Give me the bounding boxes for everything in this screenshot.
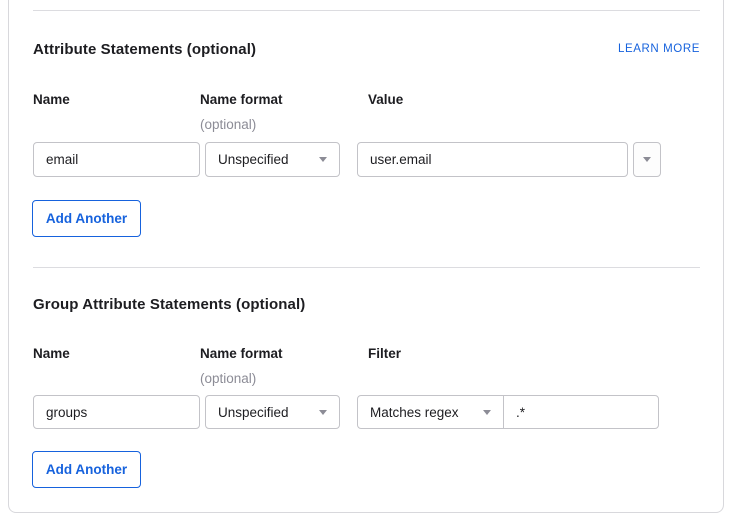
chevron-down-icon <box>319 410 327 415</box>
group-add-another-button[interactable]: Add Another <box>32 451 141 488</box>
group-name-column-header: Name <box>33 346 70 361</box>
attr-name-format-optional-hint: (optional) <box>200 117 256 132</box>
attr-name-column-header: Name <box>33 92 70 107</box>
saml-settings-page: Attribute Statements (optional) LEARN MO… <box>0 0 737 530</box>
group-name-format-column-header: Name format <box>200 346 283 361</box>
section-divider <box>33 10 700 11</box>
attr-add-another-button[interactable]: Add Another <box>32 200 141 237</box>
attr-name-format-column-header: Name format <box>200 92 283 107</box>
attribute-statements-title: Attribute Statements (optional) <box>33 41 256 58</box>
group-filter-type-selected-value: Matches regex <box>370 405 459 420</box>
attr-name-input[interactable] <box>33 142 200 177</box>
group-name-format-optional-hint: (optional) <box>200 371 256 386</box>
group-filter-column-header: Filter <box>368 346 401 361</box>
attr-value-column-header: Value <box>368 92 403 107</box>
group-name-format-select[interactable]: Unspecified <box>205 395 340 429</box>
attr-name-format-selected-value: Unspecified <box>218 152 289 167</box>
learn-more-link[interactable]: LEARN MORE <box>618 43 700 55</box>
chevron-down-icon <box>483 410 491 415</box>
group-filter-type-select[interactable]: Matches regex <box>357 395 504 429</box>
section-divider <box>33 267 700 268</box>
group-filter-value-input[interactable] <box>503 395 659 429</box>
group-name-input[interactable] <box>33 395 200 429</box>
group-attribute-statements-title: Group Attribute Statements (optional) <box>33 296 305 313</box>
chevron-down-icon <box>643 157 651 162</box>
attr-name-format-select[interactable]: Unspecified <box>205 142 340 177</box>
chevron-down-icon <box>319 157 327 162</box>
attr-value-input[interactable] <box>357 142 628 177</box>
settings-card <box>8 0 724 513</box>
attr-value-dropdown-button[interactable] <box>633 142 661 177</box>
group-name-format-selected-value: Unspecified <box>218 405 289 420</box>
